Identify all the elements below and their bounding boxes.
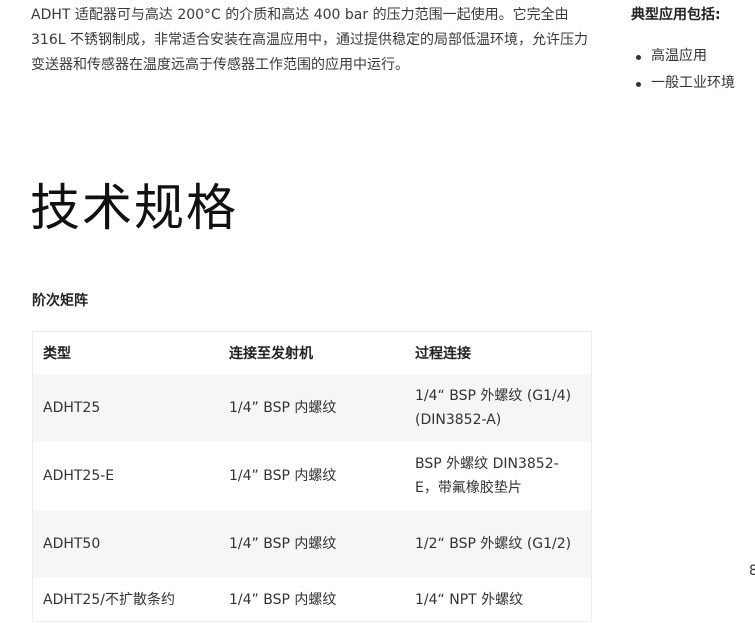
cell-process: 1/2“ BSP 外螺纹 (G1/2): [405, 510, 592, 578]
table-row: ADHT25/不扩散条约 1/4” BSP 内螺纹 1/4“ NPT 外螺纹: [32, 578, 592, 622]
list-item: 高温应用: [633, 43, 735, 70]
list-item: 一般工业环境: [633, 70, 735, 97]
table-caption: 阶次矩阵: [32, 293, 88, 309]
cell-type: ADHT25-E: [32, 442, 219, 510]
cell-transmitter: 1/4” BSP 内螺纹: [219, 442, 405, 510]
page-title: 技术规格: [30, 179, 238, 237]
cell-type: ADHT25/不扩散条约: [32, 578, 219, 622]
cell-type: ADHT50: [32, 510, 219, 578]
cell-transmitter: 1/4” BSP 内螺纹: [219, 374, 405, 442]
cell-process: BSP 外螺纹 DIN3852-E，带氟橡胶垫片: [405, 442, 592, 510]
spec-table: 类型 连接至发射机 过程连接 ADHT25 1/4” BSP 内螺纹 1/4“ …: [32, 331, 592, 622]
edge-cut-text: 8: [749, 563, 755, 579]
column-header-process: 过程连接: [405, 331, 592, 374]
table-header-row: 类型 连接至发射机 过程连接: [32, 331, 592, 374]
cell-transmitter: 1/4” BSP 内螺纹: [219, 578, 405, 622]
table-row: ADHT25-E 1/4” BSP 内螺纹 BSP 外螺纹 DIN3852-E，…: [32, 442, 592, 510]
column-header-type: 类型: [32, 331, 219, 374]
intro-paragraph: ADHT 适配器可与高达 200°C 的介质和高达 400 bar 的压力范围一…: [31, 7, 588, 73]
cell-transmitter: 1/4” BSP 内螺纹: [219, 510, 405, 578]
table-row: ADHT25 1/4” BSP 内螺纹 1/4“ BSP 外螺纹 (G1/4) …: [32, 374, 592, 442]
cell-type: ADHT25: [32, 374, 219, 442]
cell-process: 1/4“ BSP 外螺纹 (G1/4) (DIN3852-A): [405, 374, 592, 442]
column-header-transmitter: 连接至发射机: [219, 331, 405, 374]
table-row: ADHT50 1/4” BSP 内螺纹 1/2“ BSP 外螺纹 (G1/2): [32, 510, 592, 578]
cell-process: 1/4“ NPT 外螺纹: [405, 578, 592, 622]
applications-list: 高温应用 一般工业环境: [633, 43, 735, 97]
applications-heading: 典型应用包括:: [631, 7, 721, 23]
